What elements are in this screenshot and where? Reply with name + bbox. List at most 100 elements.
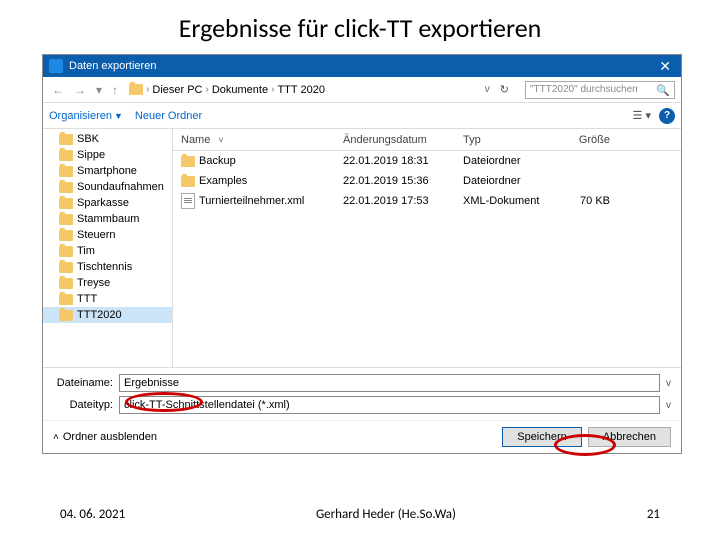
file-type: Dateiordner [463,175,558,187]
footer-page: 21 [647,507,660,522]
file-type: Dateiordner [463,155,558,167]
sidebar-item[interactable]: Sippe [43,147,172,163]
file-date: 22.01.2019 17:53 [343,195,463,207]
dialog-title: Daten exportieren [69,60,655,72]
new-folder-button[interactable]: Neuer Ordner [135,110,202,122]
sidebar-item[interactable]: TTT [43,291,172,307]
folder-icon [59,294,73,305]
chevron-down-icon[interactable]: ▾ [93,83,105,97]
sidebar-item[interactable]: Sparkasse [43,195,172,211]
address-dropdown[interactable]: v [485,84,490,95]
sort-icon: ˅ [218,135,223,145]
sidebar-item[interactable]: Soundaufnahmen [43,179,172,195]
folder-icon [181,156,195,167]
close-icon[interactable]: ✕ [655,58,675,75]
view-icon[interactable]: ☰ ▾ [633,109,651,122]
folder-icon [59,310,73,321]
filename-dropdown[interactable]: v [666,378,671,389]
sidebar-item[interactable]: Stammbaum [43,211,172,227]
footer-author: Gerhard Heder (He.So.Wa) [316,507,456,522]
file-row[interactable]: Backup 22.01.2019 18:31Dateiordner [173,151,681,171]
sidebar-item-label: Treyse [77,277,110,289]
filetype-label: Dateityp: [53,399,113,411]
sidebar-item-label: Sippe [77,149,105,161]
file-type: XML-Dokument [463,195,558,207]
folder-icon [59,150,73,161]
folder-icon [59,246,73,257]
crumb[interactable]: Dokumente [212,84,268,96]
col-name[interactable]: Name [181,134,210,146]
cancel-button[interactable]: Abbrechen [588,427,671,447]
bottom-fields: Dateiname: v Dateityp: v [43,367,681,420]
sidebar-item[interactable]: TTT2020 [43,307,172,323]
folder-icon [59,262,73,273]
sidebar-item-label: Tim [77,245,95,257]
col-size[interactable]: Größe [558,134,618,146]
sidebar[interactable]: SBK Sippe Smartphone Soundaufnahmen Sparkass… [43,129,173,367]
sidebar-item[interactable]: Smartphone [43,163,172,179]
refresh-icon[interactable]: ↻ [494,83,515,96]
filename-input[interactable] [119,374,660,392]
titlebar: Daten exportieren ✕ [43,55,681,77]
sidebar-item-label: TTT [77,293,97,305]
sidebar-item[interactable]: Tischtennis [43,259,172,275]
crumb[interactable]: TTT 2020 [277,84,325,96]
file-list: Name ˅ Änderungsdatum Typ Größe Backup 22.… [173,129,681,367]
folder-icon [59,198,73,209]
sidebar-item-label: SBK [77,133,99,145]
nav-back[interactable]: ← [49,83,67,97]
file-row[interactable]: Turnierteilnehmer.xml 22.01.2019 17:53XML… [173,191,681,211]
nav-up[interactable]: ↑ [109,83,121,97]
column-headers: Name ˅ Änderungsdatum Typ Größe [173,129,681,151]
file-icon [181,193,195,209]
chevron-down-icon: ▼ [114,111,123,121]
filetype-select[interactable] [119,396,660,414]
sidebar-item[interactable]: Tim [43,243,172,259]
folder-icon [59,214,73,225]
address-bar[interactable]: › Dieser PC › Dokumente › TTT 2020 [125,84,481,96]
toolbar: Organisieren ▼ Neuer Ordner ☰ ▾ ? [43,103,681,129]
search-placeholder: "TTT2020" durchsuchen [530,84,638,95]
slide-footer: 04. 06. 2021 Gerhard Heder (He.So.Wa) 21 [0,507,720,522]
filename-label: Dateiname: [53,377,113,389]
crumb-sep: › [206,84,209,95]
save-dialog: Daten exportieren ✕ ← → ▾ ↑ › Dieser PC … [42,54,682,454]
app-icon [49,59,63,73]
file-name: Backup [199,155,236,167]
save-button[interactable]: Speichern [502,427,582,447]
file-name: Turnierteilnehmer.xml [199,195,304,207]
sidebar-item-label: Tischtennis [77,261,132,273]
col-type[interactable]: Typ [463,134,558,146]
search-icon: 🔍 [656,84,670,97]
folder-icon [59,134,73,145]
file-date: 22.01.2019 18:31 [343,155,463,167]
sidebar-item-label: Stammbaum [77,213,139,225]
folder-icon [59,278,73,289]
folder-icon [129,84,143,95]
folder-icon [59,182,73,193]
sidebar-item-label: Sparkasse [77,197,129,209]
content-area: SBK Sippe Smartphone Soundaufnahmen Sparkass… [43,129,681,367]
organize-menu[interactable]: Organisieren ▼ [49,110,123,122]
sidebar-item-label: Smartphone [77,165,137,177]
folder-icon [59,230,73,241]
sidebar-item[interactable]: Treyse [43,275,172,291]
file-date: 22.01.2019 15:36 [343,175,463,187]
search-input[interactable]: "TTT2020" durchsuchen 🔍 [525,81,675,99]
filetype-dropdown[interactable]: v [666,400,671,411]
crumb-sep: › [271,84,274,95]
crumb-sep: › [146,84,149,95]
col-date[interactable]: Änderungsdatum [343,134,463,146]
sidebar-item-label: Steuern [77,229,116,241]
file-row[interactable]: Examples22.01.2019 15:36Dateiordner [173,171,681,191]
hide-folders-toggle[interactable]: ˄ Ordner ausblenden [53,431,496,443]
nav-forward[interactable]: → [71,83,89,97]
help-icon[interactable]: ? [659,108,675,124]
crumb[interactable]: Dieser PC [152,84,202,96]
sidebar-item-label: Soundaufnahmen [77,181,164,193]
sidebar-item[interactable]: Steuern [43,227,172,243]
sidebar-item-label: TTT2020 [77,309,122,321]
sidebar-item[interactable]: SBK [43,131,172,147]
button-row: ˄ Ordner ausblenden Speichern Abbrechen [43,420,681,453]
folder-icon [181,176,195,187]
